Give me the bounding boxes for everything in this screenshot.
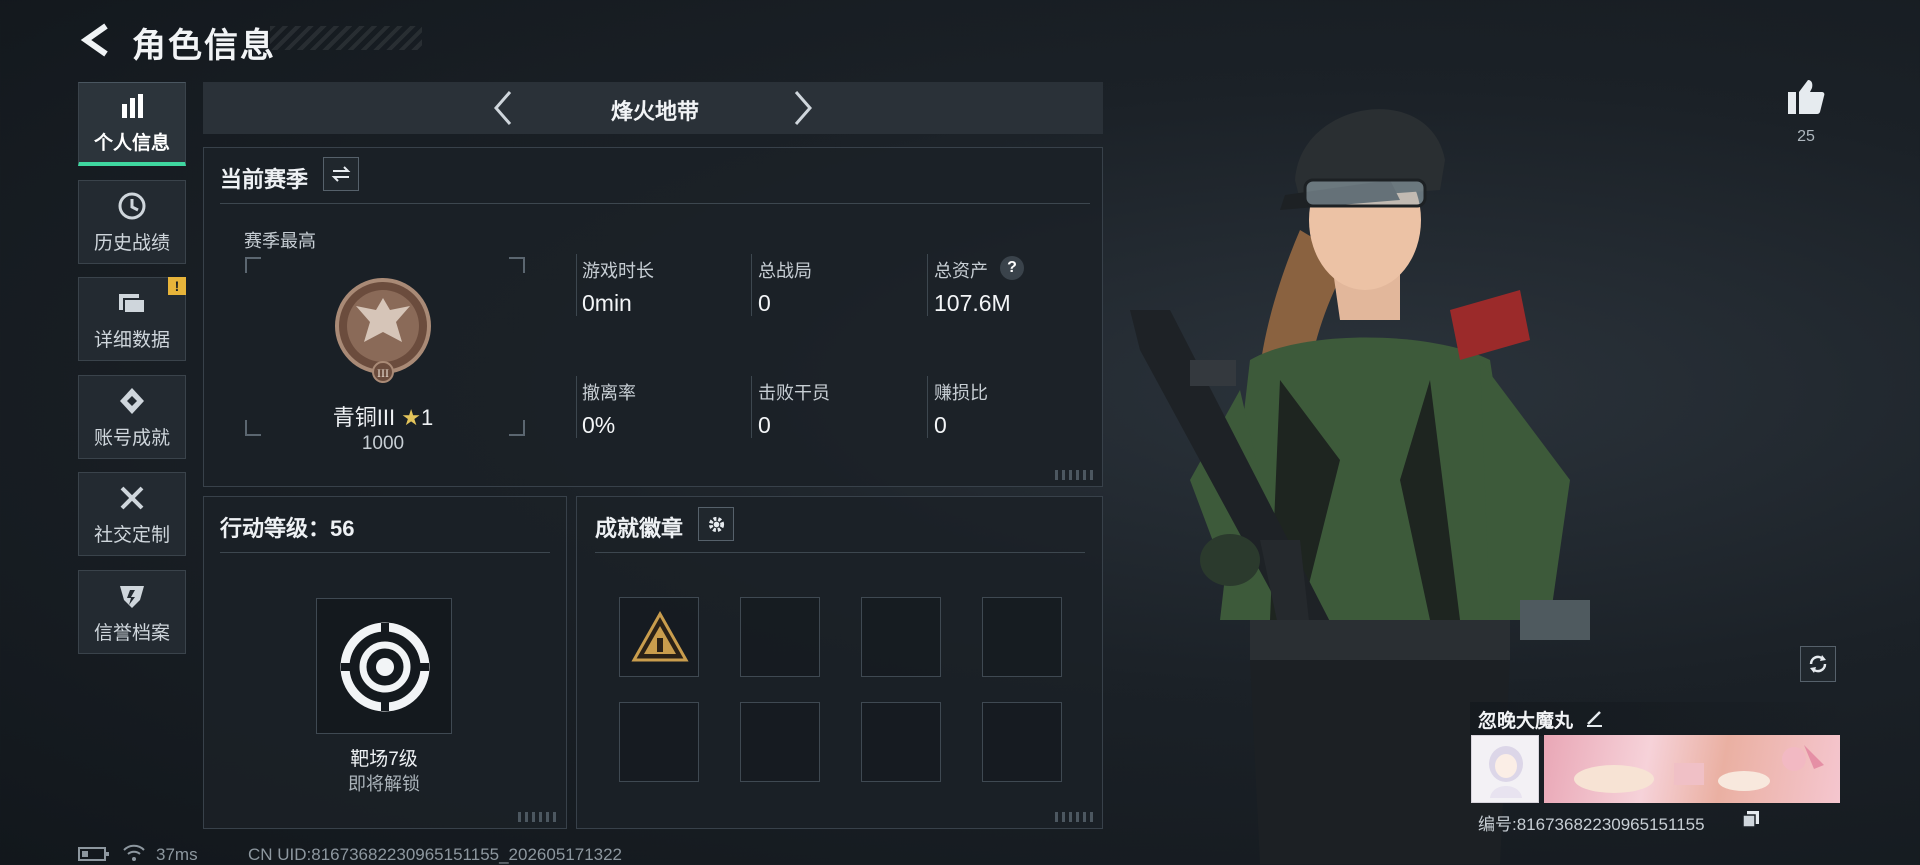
next-mode-arrow-icon[interactable]: [792, 88, 816, 128]
mode-name: 烽火地带: [610, 99, 699, 124]
tools-icon: [120, 486, 144, 509]
svg-text:III: III: [377, 366, 389, 380]
battery-icon: [78, 847, 109, 861]
page-title: 角色信息: [132, 27, 276, 65]
switch-season-button[interactable]: [323, 157, 359, 191]
badge-slot[interactable]: [861, 702, 941, 782]
refresh-button[interactable]: [1800, 646, 1836, 682]
avatar-illustration: [1489, 746, 1523, 798]
rank-label: 青铜III ★1: [300, 400, 466, 432]
rank-points: 1000: [361, 433, 405, 454]
unlock-name: 靶场7级: [350, 749, 418, 770]
stat-value-playtime: 0min: [582, 290, 632, 316]
stat-value-matches: 0: [758, 290, 771, 316]
sidebar-item-label: 历史战绩: [93, 232, 170, 254]
badge-slot[interactable]: [740, 702, 820, 782]
badge-slot[interactable]: [982, 702, 1062, 782]
folder-icon: [119, 293, 146, 314]
sidebar-item-label: 详细数据: [93, 329, 170, 351]
tea-party-banner-illustration: [1574, 745, 1824, 793]
season-title: 当前赛季: [220, 167, 309, 192]
sidebar-item-credit-record[interactable]: 信誉档案: [78, 570, 186, 654]
sidebar-item-social-custom[interactable]: 社交定制: [78, 472, 186, 556]
achievement-badge-icon: [631, 610, 689, 662]
refresh-icon: [1809, 655, 1827, 673]
badge-slot[interactable]: [619, 597, 699, 677]
wifi-icon: [123, 844, 145, 861]
badge-settings-button[interactable]: [698, 507, 734, 541]
unlock-status: 即将解锁: [348, 774, 420, 794]
badges-title: 成就徽章: [595, 516, 684, 541]
avatar[interactable]: [1471, 735, 1539, 803]
warning-badge: !: [168, 277, 186, 295]
profile-id: 编号:81673682230965151155: [1478, 815, 1705, 834]
stat-label-kills: 击败干员: [758, 383, 830, 403]
sidebar-item-history[interactable]: 历史战绩: [78, 180, 186, 264]
swap-icon: [331, 166, 351, 182]
rank-name: 青铜III: [332, 405, 396, 430]
badge-slot[interactable]: [982, 597, 1062, 677]
sidebar-item-detailed-data[interactable]: ! 详细数据: [78, 277, 186, 361]
badge-slot[interactable]: [740, 597, 820, 677]
prev-mode-arrow-icon[interactable]: [490, 88, 514, 128]
profile-name: 忽晚大魔丸: [1478, 711, 1574, 732]
clock-icon: [118, 192, 146, 219]
thumbs-up-icon[interactable]: [1786, 78, 1826, 116]
stat-label-playtime: 游戏时长: [582, 261, 654, 281]
season-best-label: 赛季最高: [244, 231, 316, 251]
stat-value-assets: 107.6M: [934, 290, 1011, 316]
unlock-reward-box[interactable]: [316, 598, 452, 734]
sidebar-item-label: 个人信息: [93, 133, 170, 154]
stat-label-assets: 总资产: [934, 261, 988, 281]
target-icon: [340, 622, 430, 712]
stat-label-extract-rate: 撤离率: [582, 383, 636, 403]
like-count: 25: [1797, 128, 1815, 145]
stat-label-matches: 总战局: [758, 261, 812, 281]
shield-icon: [120, 585, 144, 608]
achievement-icon: [120, 387, 144, 414]
edit-name-icon[interactable]: [1584, 708, 1604, 728]
stat-label-profit-ratio: 赚损比: [934, 383, 988, 403]
sidebar-item-achievements[interactable]: 账号成就: [78, 375, 186, 459]
badge-slot[interactable]: [619, 702, 699, 782]
gear-icon: [708, 516, 725, 533]
uid-text: CN UID:81673682230965151155_202605171322: [248, 845, 623, 864]
action-level-title: 行动等级：56: [220, 516, 355, 541]
sidebar-item-label: 社交定制: [93, 524, 170, 546]
profile-banner[interactable]: [1544, 735, 1840, 803]
stat-value-extract-rate: 0%: [582, 412, 616, 438]
star-icon: ★: [401, 405, 421, 430]
stat-value-profit-ratio: 0: [934, 412, 947, 438]
ping-value: 37ms: [156, 845, 198, 864]
back-arrow-icon[interactable]: [78, 20, 112, 60]
badge-slot[interactable]: [861, 597, 941, 677]
assets-help-button[interactable]: ?: [1000, 256, 1024, 280]
sidebar-item-personal-info[interactable]: 个人信息: [78, 82, 186, 166]
sidebar-item-label: 账号成就: [93, 427, 170, 449]
sidebar-item-label: 信誉档案: [93, 622, 170, 644]
stat-value-kills: 0: [758, 412, 771, 438]
bronze-rank-emblem-icon: III: [335, 278, 431, 383]
rank-stars: 1: [420, 405, 434, 430]
title-decoration: [270, 26, 422, 50]
bar-chart-icon: [122, 94, 143, 118]
copy-icon[interactable]: [1742, 810, 1760, 828]
